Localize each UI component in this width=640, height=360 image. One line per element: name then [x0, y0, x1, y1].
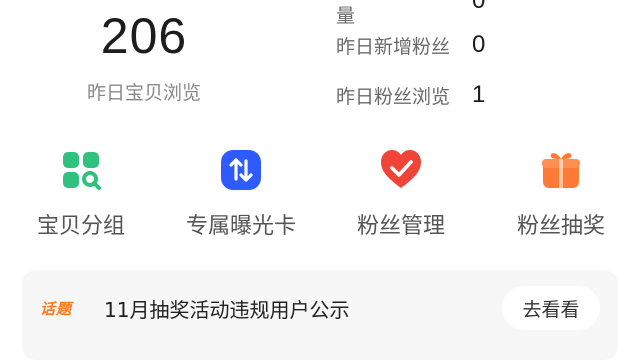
- stat-row-label: 昨日商品访问量: [336, 5, 356, 27]
- topic-tag: 话题: [40, 300, 73, 318]
- notice-text[interactable]: 11月抽奖活动违规用户公示: [104, 294, 349, 323]
- shortcut-label: 粉丝管理: [356, 214, 445, 239]
- gift-icon: [542, 153, 580, 188]
- stat-row-value: 0: [472, 31, 486, 58]
- arrows-up-down-icon: [221, 150, 261, 190]
- stat-row-value: 0: [472, 0, 486, 14]
- shortcut-exposure-card[interactable]: 专属曝光卡: [161, 148, 321, 240]
- topic-notice-card[interactable]: 话题 11月抽奖活动违规用户公示 去看看: [22, 270, 618, 360]
- grid-search-icon: [63, 152, 101, 190]
- heart-check-icon: [381, 150, 421, 188]
- shortcut-grid: 宝贝分组 专属曝光卡 粉丝管理 粉丝抽奖: [0, 148, 640, 248]
- shortcut-fan-management[interactable]: 粉丝管理: [321, 148, 481, 240]
- stat-row-label: 昨日新增粉丝: [336, 35, 451, 58]
- shortcut-group-products[interactable]: 宝贝分组: [1, 148, 161, 240]
- stats-panel: 206 昨日宝贝浏览 昨日商品访问量 0 昨日新增粉丝 0 昨日粉丝浏览 1: [0, 0, 640, 120]
- shortcut-label: 专属曝光卡: [185, 214, 296, 239]
- shortcut-label: 宝贝分组: [36, 214, 125, 239]
- stat-row: 昨日商品访问量 0: [336, 0, 486, 27]
- main-stat-value: 206: [100, 8, 188, 64]
- view-button[interactable]: 去看看: [502, 286, 600, 330]
- main-stat: 206 昨日宝贝浏览: [64, 8, 224, 105]
- main-stat-label: 昨日宝贝浏览: [86, 82, 201, 104]
- shortcut-label: 粉丝抽奖: [516, 214, 605, 239]
- stat-row-value: 1: [472, 81, 486, 108]
- stat-row-label: 昨日粉丝浏览: [336, 85, 451, 108]
- shortcut-fan-lottery[interactable]: 粉丝抽奖: [481, 148, 640, 240]
- stat-row: 昨日粉丝浏览 1: [336, 80, 485, 110]
- stat-row: 昨日新增粉丝 0: [336, 30, 485, 60]
